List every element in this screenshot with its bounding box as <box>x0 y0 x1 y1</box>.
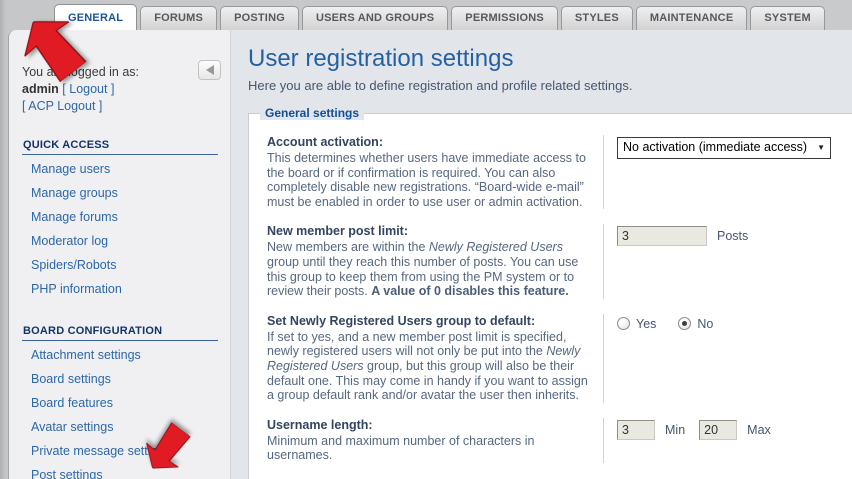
radio-yes-label: Yes <box>636 316 657 331</box>
fieldset-legend: General settings <box>260 106 365 120</box>
setting-row-newly-registered-default: Set Newly Registered Users group to defa… <box>267 307 834 411</box>
sidebar-item-board-settings[interactable]: Board settings <box>22 367 218 391</box>
setting-description: New members are within the Newly Registe… <box>267 240 579 299</box>
page-title: User registration settings <box>248 45 514 72</box>
post-limit-input[interactable] <box>617 226 707 247</box>
tab-system[interactable]: SYSTEM <box>750 6 825 30</box>
setting-description: If set to yes, and a new member post lim… <box>267 329 588 403</box>
sidebar-item-manage-groups[interactable]: Manage groups <box>22 181 218 205</box>
sidebar-item-attachment-settings[interactable]: Attachment settings <box>22 343 218 367</box>
radio-no-label: No <box>697 316 714 331</box>
tab-posting[interactable]: POSTING <box>220 6 299 30</box>
page-subtitle: Here you are able to define registration… <box>248 78 633 93</box>
tab-permissions[interactable]: PERMISSIONS <box>451 6 558 30</box>
setting-row-username-length: Username length: Minimum and maximum num… <box>267 411 834 471</box>
tab-bar: GENERAL FORUMS POSTING USERS AND GROUPS … <box>0 0 852 30</box>
tab-maintenance[interactable]: MAINTENANCE <box>635 6 748 30</box>
sidebar-item-post-settings[interactable]: Post settings <box>22 463 218 479</box>
setting-row-new-member-post-limit: New member post limit: New members are w… <box>267 217 834 306</box>
general-settings-fieldset: General settings Account activation: Thi… <box>248 106 852 479</box>
board-configuration-title: BOARD CONFIGURATION <box>22 325 218 341</box>
sidebar-item-avatar-settings[interactable]: Avatar settings <box>22 415 218 439</box>
chevron-down-icon: ▼ <box>817 143 826 152</box>
username: admin <box>22 82 59 96</box>
sidebar-collapse-button[interactable] <box>198 60 221 80</box>
sidebar-item-private-message-settings[interactable]: Private message settings <box>22 439 218 463</box>
tab-general[interactable]: GENERAL <box>54 4 138 30</box>
logged-in-text: You are logged in as: <box>22 65 139 79</box>
sidebar-item-php-information[interactable]: PHP information <box>22 277 218 301</box>
left-triangle-icon <box>205 65 214 75</box>
acp-logout-line: [ ACP Logout ] <box>22 98 218 115</box>
logout-link[interactable]: [ Logout ] <box>62 82 114 96</box>
acp-panel: You are logged in as: admin [ Logout ] [… <box>8 30 852 479</box>
username-max-input[interactable] <box>699 419 738 440</box>
main-content: User registration settings Here you are … <box>231 30 852 479</box>
quick-access-section: QUICK ACCESS Manage users Manage groups … <box>22 139 218 301</box>
radio-yes[interactable] <box>617 317 630 331</box>
setting-description: Minimum and maximum number of characters… <box>267 433 535 463</box>
sidebar-item-moderator-log[interactable]: Moderator log <box>22 229 218 253</box>
sidebar-item-manage-forums[interactable]: Manage forums <box>22 205 218 229</box>
tab-styles[interactable]: STYLES <box>560 6 633 30</box>
min-suffix: Min <box>665 422 686 437</box>
sidebar: You are logged in as: admin [ Logout ] [… <box>9 30 231 479</box>
sidebar-item-board-features[interactable]: Board features <box>22 391 218 415</box>
sidebar-item-manage-users[interactable]: Manage users <box>22 157 218 181</box>
tab-forums[interactable]: FORUMS <box>140 6 218 30</box>
logged-in-user-line: admin [ Logout ] <box>22 81 218 98</box>
radio-no[interactable] <box>678 317 692 331</box>
setting-label: Account activation: <box>267 135 383 149</box>
post-limit-suffix: Posts <box>717 229 749 244</box>
tab-users-and-groups[interactable]: USERS AND GROUPS <box>301 6 449 30</box>
account-activation-select[interactable]: No activation (immediate access) ▼ <box>617 137 832 159</box>
setting-label: New member post limit: <box>267 224 408 239</box>
max-suffix: Max <box>747 422 771 437</box>
setting-label: Username length: <box>267 417 373 432</box>
sidebar-item-spiders-robots[interactable]: Spiders/Robots <box>22 253 218 277</box>
setting-description: This determines whether users have immed… <box>267 151 586 209</box>
board-configuration-section: BOARD CONFIGURATION Attachment settings … <box>22 325 218 479</box>
setting-row-account-activation: Account activation: This determines whet… <box>267 128 834 217</box>
username-min-input[interactable] <box>617 419 655 440</box>
setting-label: Set Newly Registered Users group to defa… <box>267 313 536 328</box>
quick-access-title: QUICK ACCESS <box>22 139 218 155</box>
acp-logout-link[interactable]: [ ACP Logout ] <box>22 99 102 113</box>
select-value: No activation (immediate access) <box>623 140 808 154</box>
